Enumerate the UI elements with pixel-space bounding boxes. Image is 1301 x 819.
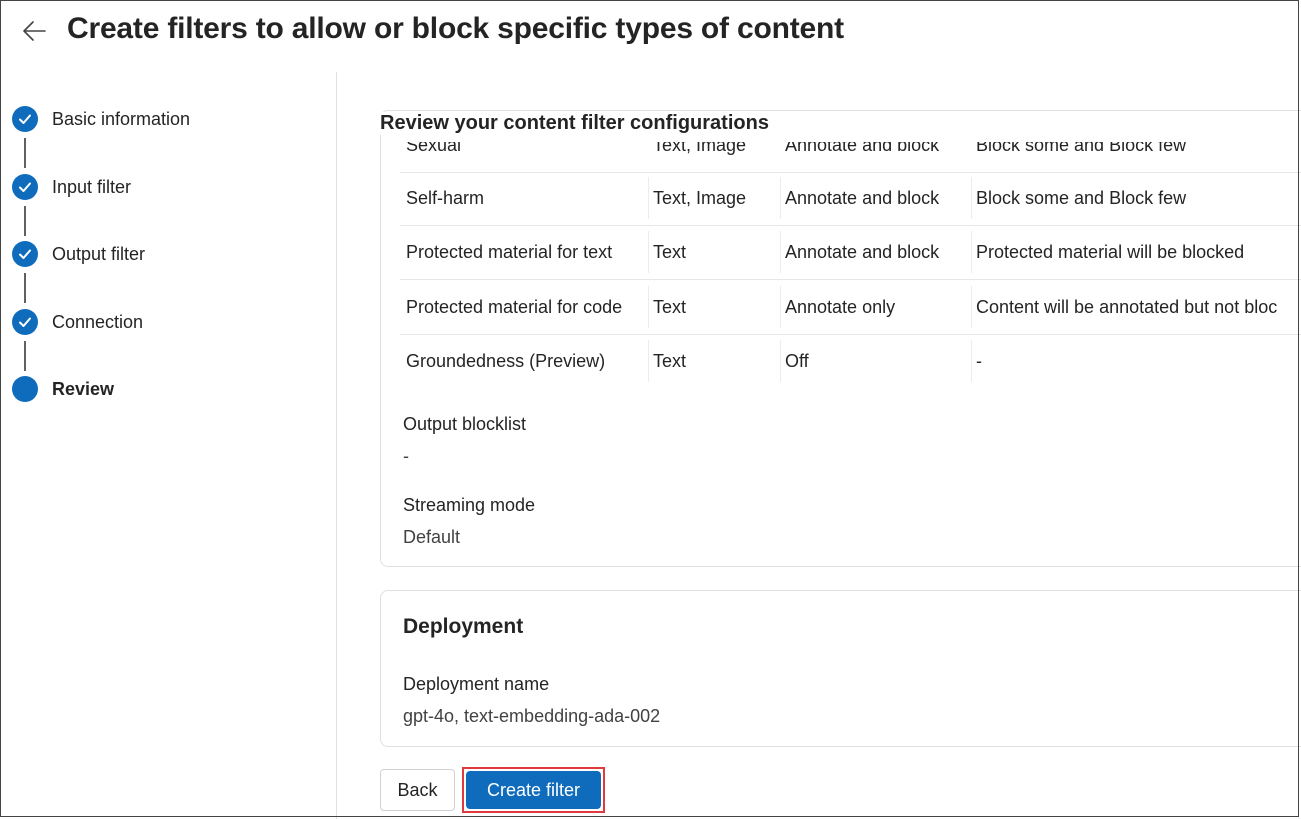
streaming-mode-value: Default bbox=[403, 527, 461, 547]
checkmark-icon bbox=[12, 174, 38, 200]
output-blocklist-label: Output blocklist bbox=[403, 414, 527, 434]
step-connector bbox=[24, 341, 26, 371]
checkmark-icon bbox=[12, 309, 38, 335]
column-separator bbox=[780, 231, 781, 273]
table-row: Protected material for text Text Annotat… bbox=[400, 225, 1301, 280]
modality-cell: Text bbox=[653, 242, 687, 262]
modality-cell: Text bbox=[653, 351, 687, 371]
create-filter-button[interactable]: Create filter bbox=[466, 771, 601, 809]
step-output-filter[interactable]: Output filter bbox=[12, 240, 145, 268]
action-cell: Annotate and block bbox=[785, 242, 940, 262]
table-row: Protected material for code Text Annotat… bbox=[400, 280, 1301, 335]
column-separator bbox=[648, 231, 649, 273]
page-title: Create filters to allow or block specifi… bbox=[67, 12, 844, 45]
step-connector bbox=[24, 273, 26, 303]
category-cell: Protected material for text bbox=[406, 242, 613, 262]
checkmark-icon bbox=[12, 106, 38, 132]
column-separator bbox=[971, 340, 972, 382]
back-button[interactable]: Back bbox=[380, 769, 455, 811]
step-label: Basic information bbox=[52, 108, 191, 129]
action-cell: Annotate only bbox=[785, 297, 896, 317]
current-step-dot-icon bbox=[12, 376, 38, 402]
category-cell: Self-harm bbox=[406, 188, 485, 208]
action-cell: Off bbox=[785, 351, 809, 371]
threshold-cell: Protected material will be blocked bbox=[976, 242, 1245, 262]
page-header: Create filters to allow or block specifi… bbox=[0, 0, 1301, 70]
column-separator bbox=[780, 340, 781, 382]
column-separator bbox=[780, 177, 781, 219]
column-separator bbox=[648, 286, 649, 328]
step-label: Connection bbox=[52, 311, 144, 332]
column-separator bbox=[648, 177, 649, 219]
table-row: Sexual Text, Image Annotate and block Bl… bbox=[400, 142, 1301, 173]
table-row: Groundedness (Preview) Text Off - bbox=[400, 334, 1301, 387]
arrow-left-icon[interactable] bbox=[20, 17, 48, 45]
category-cell: Sexual bbox=[406, 142, 462, 155]
column-separator bbox=[971, 286, 972, 328]
step-basic-information[interactable]: Basic information bbox=[12, 105, 190, 133]
checkmark-icon bbox=[12, 241, 38, 267]
action-cell: Annotate and block bbox=[785, 188, 940, 208]
threshold-cell: Block some and Block few bbox=[976, 142, 1187, 155]
modality-cell: Text bbox=[653, 297, 687, 317]
deployment-name-value: gpt-4o, text-embedding-ada-002 bbox=[403, 706, 661, 726]
step-connector bbox=[24, 138, 26, 168]
action-cell: Annotate and block bbox=[785, 142, 940, 155]
step-input-filter[interactable]: Input filter bbox=[12, 173, 131, 201]
threshold-cell: Block some and Block few bbox=[976, 188, 1187, 208]
column-separator bbox=[780, 286, 781, 328]
threshold-cell: - bbox=[976, 351, 982, 371]
column-separator bbox=[648, 340, 649, 382]
deployment-title: Deployment bbox=[403, 615, 524, 638]
review-section-title: Review your content filter configuration… bbox=[380, 112, 777, 135]
step-connection[interactable]: Connection bbox=[12, 308, 143, 336]
step-label: Input filter bbox=[52, 176, 132, 197]
table-row: Self-harm Text, Image Annotate and block… bbox=[400, 171, 1301, 226]
streaming-mode-label: Streaming mode bbox=[403, 495, 536, 515]
filter-table: Sexual Text, Image Annotate and block Bl… bbox=[400, 142, 1301, 387]
category-cell: Protected material for code bbox=[406, 297, 623, 317]
step-label: Review bbox=[52, 378, 115, 399]
modality-cell: Text, Image bbox=[653, 188, 747, 208]
step-review[interactable]: Review bbox=[12, 375, 114, 403]
output-blocklist-value: - bbox=[403, 446, 409, 466]
panel-divider bbox=[336, 72, 337, 819]
category-cell: Groundedness (Preview) bbox=[406, 351, 606, 371]
column-separator bbox=[971, 231, 972, 273]
deployment-name-label: Deployment name bbox=[403, 674, 550, 694]
threshold-cell: Content will be annotated but not bloc bbox=[976, 297, 1278, 317]
modality-cell: Text, Image bbox=[653, 142, 747, 155]
column-separator bbox=[971, 177, 972, 219]
wizard-stepper: Basic information Input filter Output fi… bbox=[0, 90, 335, 420]
step-connector bbox=[24, 206, 26, 236]
step-label: Output filter bbox=[52, 243, 146, 264]
